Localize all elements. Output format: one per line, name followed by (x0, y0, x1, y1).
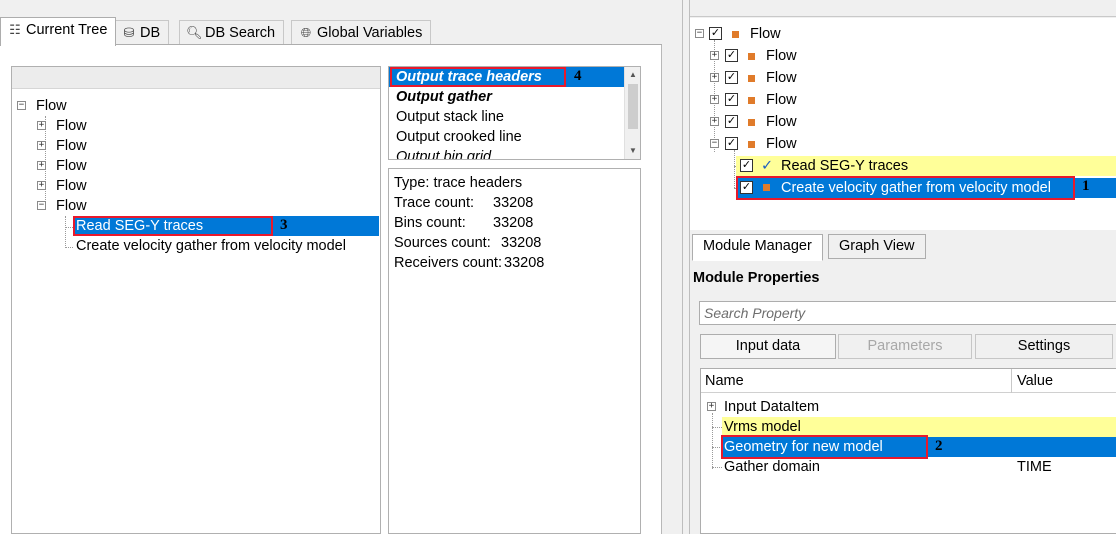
left-pane: ☷ Current Tree ⛁ DB 🔍︎ DB Search 🌐︎ Global V… (0, 0, 682, 534)
annotation-box-4 (390, 67, 566, 87)
tab-db[interactable]: ⛁ DB (114, 20, 170, 46)
tab-graph-view[interactable]: Graph View (828, 234, 926, 259)
flow-square-icon (748, 53, 755, 60)
tree-icon: ☷ (9, 22, 21, 37)
expand-icon[interactable]: + (710, 51, 719, 60)
property-grid: Name Value + Input DataItem Vrms model G… (700, 368, 1116, 534)
tree-item-flow[interactable]: + Flow (36, 116, 87, 136)
tree-item-create-velocity-gather[interactable]: Create velocity gather from velocity mod… (73, 236, 346, 256)
tree-item-flow[interactable]: − Flow (36, 196, 87, 216)
annotation-box-1 (736, 176, 1075, 200)
column-value[interactable]: Value (1013, 369, 1053, 393)
tab-input-data[interactable]: Input data (700, 334, 836, 359)
tree-item-flow[interactable]: + Flow (36, 156, 87, 176)
checkbox-checked-icon[interactable]: ✓ (725, 49, 738, 62)
checkbox-checked-icon[interactable]: ✓ (725, 115, 738, 128)
left-tabbar: ☷ Current Tree ⛁ DB 🔍︎ DB Search 🌐︎ Global V… (0, 17, 682, 46)
flow-square-icon (748, 119, 755, 126)
output-list-scrollbar[interactable]: ▲ ▼ (624, 67, 640, 159)
output-item-gather[interactable]: Output gather (389, 87, 625, 107)
property-row[interactable]: + Input DataItem (707, 397, 819, 417)
info-type: Type: trace headers (394, 175, 523, 191)
database-icon: ⛁ (123, 25, 135, 40)
expand-icon[interactable]: + (37, 141, 46, 150)
collapse-icon[interactable]: − (37, 201, 46, 210)
tab-parameters: Parameters (838, 334, 972, 359)
tree-connector (712, 467, 722, 468)
collapse-icon[interactable]: − (710, 139, 719, 148)
tree-item-flow[interactable]: + Flow (36, 136, 87, 156)
check-mark-icon: ✓ (761, 158, 774, 174)
grid-header: Name Value (701, 369, 1116, 393)
info-trace-count: Trace count: 33208 (394, 195, 534, 211)
gather-domain-value[interactable]: TIME (1017, 457, 1052, 477)
flow-square-icon (748, 97, 755, 104)
data-info-panel: Type: trace headers Trace count: 33208 B… (388, 168, 641, 534)
expand-icon[interactable]: + (710, 73, 719, 82)
expand-icon[interactable]: + (37, 121, 46, 130)
expand-icon[interactable]: + (37, 161, 46, 170)
tree-connector (65, 227, 73, 228)
tab-module-manager[interactable]: Module Manager (692, 234, 823, 261)
annotation-label-1: 1 (1082, 178, 1090, 194)
info-receivers-count: Receivers count: 33208 (394, 255, 545, 271)
tree-connector (734, 150, 735, 188)
scroll-down-icon[interactable]: ▼ (625, 143, 640, 159)
column-separator[interactable] (1011, 369, 1012, 393)
annotation-label-3: 3 (280, 217, 288, 233)
tree-header (12, 67, 380, 89)
annotation-box-3 (73, 216, 273, 236)
tree-connector (712, 413, 713, 469)
info-sources-count: Sources count: 33208 (394, 235, 542, 251)
globe-icon: 🌐︎ (300, 25, 312, 40)
expand-icon[interactable]: + (710, 117, 719, 126)
tab-settings[interactable]: Settings (975, 334, 1113, 359)
module-properties-title: Module Properties (693, 270, 820, 286)
annotation-label-4: 4 (574, 68, 582, 84)
collapse-icon[interactable]: − (695, 29, 704, 38)
pane-splitter[interactable] (682, 0, 690, 534)
property-row-vrms-model[interactable]: Vrms model (722, 417, 1116, 437)
property-row-gather-domain[interactable]: Gather domain TIME (722, 457, 1116, 477)
checkbox-checked-icon[interactable]: ✓ (709, 27, 722, 40)
tab-current-tree[interactable]: ☷ Current Tree (0, 17, 117, 46)
flow-tree: − ✓ Flow + ✓ Flow + ✓ Flow + ✓ Flow + ✓ … (690, 18, 1116, 230)
search-icon: 🔍︎ (186, 25, 203, 40)
collapse-icon[interactable]: − (17, 101, 26, 110)
flow-square-icon (732, 31, 739, 38)
tab-db-search[interactable]: 🔍︎ DB Search (179, 20, 285, 46)
checkbox-checked-icon[interactable]: ✓ (725, 93, 738, 106)
expand-icon[interactable]: + (707, 402, 716, 411)
scroll-up-icon[interactable]: ▲ (625, 67, 640, 83)
checkbox-checked-icon[interactable]: ✓ (740, 159, 753, 172)
expand-icon[interactable]: + (710, 95, 719, 104)
output-item-stack-line[interactable]: Output stack line (389, 107, 625, 127)
expand-icon[interactable]: + (37, 181, 46, 190)
annotation-box-2 (721, 435, 928, 459)
output-item-bin-grid[interactable]: Output bin grid (389, 147, 625, 159)
right-top-strip (690, 0, 1116, 17)
info-bins-count: Bins count: 33208 (394, 215, 534, 231)
checkbox-checked-icon[interactable]: ✓ (725, 137, 738, 150)
checkbox-checked-icon[interactable]: ✓ (725, 71, 738, 84)
annotation-label-2: 2 (935, 438, 943, 454)
tree-connector (712, 427, 722, 428)
flow-module-read-segy[interactable]: ✓ ✓ Read SEG-Y traces (736, 156, 1116, 176)
output-item-crooked-line[interactable]: Output crooked line (389, 127, 625, 147)
tree-connector (65, 247, 73, 248)
module-panel: Module Manager Graph View Module Propert… (690, 231, 1116, 534)
tree-root[interactable]: − Flow (16, 96, 67, 116)
scroll-thumb[interactable] (628, 84, 638, 129)
current-tree-panel: − Flow + Flow + Flow + Flow + Flow − Flo… (11, 66, 381, 534)
tab-global-variables[interactable]: 🌐︎ Global Variables (291, 20, 432, 46)
tree-item-flow[interactable]: + Flow (36, 176, 87, 196)
flow-square-icon (748, 141, 755, 148)
tree-connector (65, 216, 66, 248)
search-property-input[interactable]: Search Property (699, 301, 1116, 325)
column-name[interactable]: Name (701, 369, 744, 393)
output-list[interactable]: Output trace headers Output gather Outpu… (388, 66, 641, 160)
flow-square-icon (748, 75, 755, 82)
